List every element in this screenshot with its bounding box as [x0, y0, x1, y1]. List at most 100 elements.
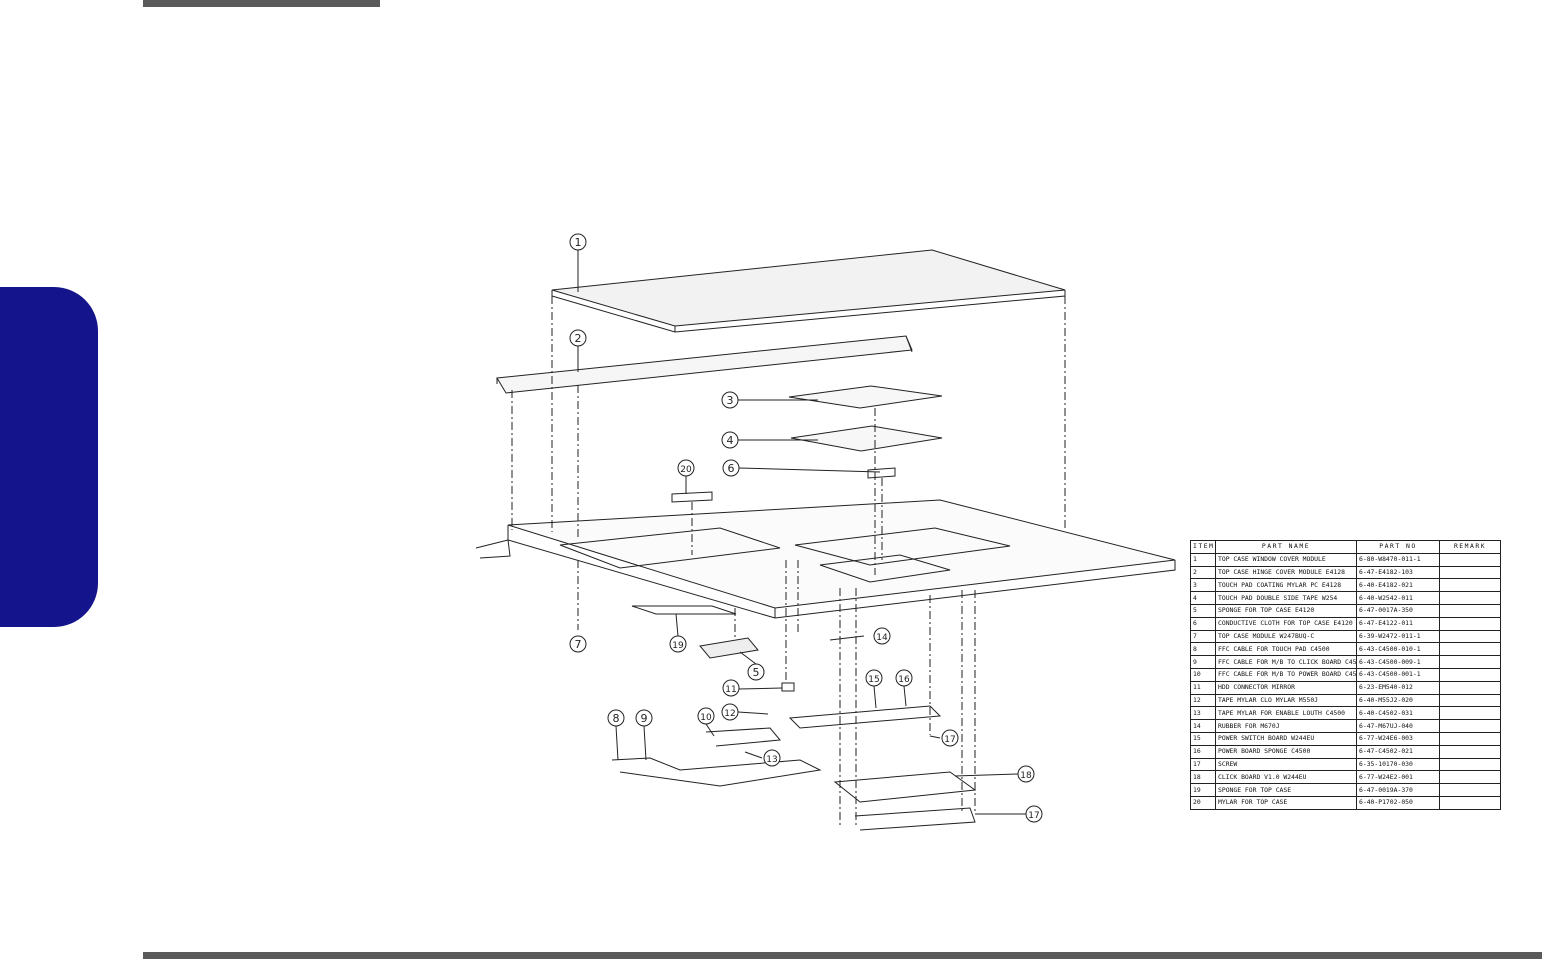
table-row: 16 POWER BOARD SPONGE C4500 6-47-C4502-021: [1190, 744, 1501, 759]
table-row: 17 SCREW 6-35-10170-030: [1190, 757, 1501, 772]
callout-18: 18: [1020, 771, 1032, 781]
callout-14: 14: [876, 633, 888, 643]
cell-remark: [1439, 655, 1501, 669]
cell-item: 16: [1190, 744, 1216, 759]
parts-table-body: 1 TOP CASE WINDOW COVER MODULE 6-80-W8470-…: [1190, 552, 1501, 810]
cell-part-name: TAPE MYLAR FOR ENABLE LOUTH C4500: [1215, 706, 1357, 721]
cell-part-name: TOUCH PAD DOUBLE SIDE TAPE W254: [1215, 591, 1357, 605]
cell-remark: [1439, 757, 1501, 772]
table-row: 12 TAPE MYLAR CLO MYLAR M550J 6-40-M55J2-0…: [1190, 693, 1501, 708]
table-row: 2 TOP CASE HINGE COVER MODULE E4128 6-47-E…: [1190, 565, 1501, 580]
cell-item: 11: [1190, 680, 1216, 695]
header-item: ITEM: [1190, 540, 1216, 554]
cell-part-no: 6-77-W24E2-001: [1356, 770, 1440, 785]
cell-part-name: TOUCH PAD COATING MYLAR PC E4128: [1215, 578, 1357, 593]
cell-item: 14: [1190, 719, 1216, 733]
cell-part-no: 6-23-EM540-012: [1356, 680, 1440, 695]
cell-remark: [1439, 795, 1501, 810]
cell-remark: [1439, 770, 1501, 785]
table-row: 20 MYLAR FOR TOP CASE 6-40-P1702-050: [1190, 795, 1501, 810]
cell-part-name: TAPE MYLAR CLO MYLAR M550J: [1215, 693, 1357, 708]
callout-1: 1: [575, 236, 582, 249]
callout-2: 2: [575, 332, 582, 345]
callout-19: 19: [672, 641, 684, 651]
table-row: 11 HDD CONNECTOR MIRROR 6-23-EM540-012: [1190, 680, 1501, 695]
cell-item: 2: [1190, 565, 1216, 580]
table-row: 18 CLICK BOARD V1.0 W244EU 6-77-W24E2-001: [1190, 770, 1501, 785]
cell-remark: [1439, 591, 1501, 605]
callout-15: 15: [868, 675, 879, 685]
callout-7: 7: [575, 638, 582, 651]
callout-9: 9: [641, 712, 648, 725]
cell-part-name: SPONGE FOR TOP CASE E4120: [1215, 603, 1357, 618]
cell-remark: [1439, 642, 1501, 657]
callout-3: 3: [727, 394, 734, 407]
cell-item: 5: [1190, 603, 1216, 618]
cell-part-name: POWER BOARD SPONGE C4500: [1215, 744, 1357, 759]
cell-remark: [1439, 680, 1501, 695]
cell-part-name: TOP CASE HINGE COVER MODULE E4128: [1215, 565, 1357, 580]
cell-part-name: HDD CONNECTOR MIRROR: [1215, 680, 1357, 695]
callout-6: 6: [728, 462, 735, 475]
cell-remark: [1439, 693, 1501, 708]
cell-remark: [1439, 578, 1501, 593]
table-row: 14 RUBBER FOR M670J 6-47-M67UJ-040: [1190, 719, 1501, 733]
cell-item: 9: [1190, 655, 1216, 669]
callout-labels: 1 2 3 4 5 6 7 8 9 10 11 12 13 14 15 16 1…: [569, 233, 1043, 823]
cell-remark: [1439, 629, 1501, 644]
cell-remark: [1439, 616, 1501, 631]
header-part-name: PART NAME: [1215, 540, 1357, 554]
table-row: 19 SPONGE FOR TOP CASE 6-47-0019A-370: [1190, 783, 1501, 797]
cell-part-no: 6-40-W2542-011: [1356, 591, 1440, 605]
table-row: 3 TOUCH PAD COATING MYLAR PC E4128 6-40-E4…: [1190, 578, 1501, 593]
cell-part-no: 6-77-W24E6-003: [1356, 731, 1440, 746]
callout-4: 4: [727, 434, 734, 447]
cell-part-no: 6-43-C4500-009-1: [1356, 655, 1440, 669]
cell-part-name: FFC CABLE FOR M/B TO CLICK BOARD C4500: [1215, 655, 1357, 669]
cell-item: 17: [1190, 757, 1216, 772]
parts-list-table: ITEM PART NAME PART NO REMARK 1 TOP CASE …: [1190, 540, 1501, 810]
cell-part-name: TOP CASE WINDOW COVER MODULE: [1215, 552, 1357, 567]
cell-part-no: 6-40-C4502-031: [1356, 706, 1440, 721]
cell-item: 19: [1190, 783, 1216, 797]
callout-17b: 17: [1028, 811, 1039, 821]
cell-item: 8: [1190, 642, 1216, 657]
cell-part-name: RUBBER FOR M670J: [1215, 719, 1357, 733]
cell-part-name: CLICK BOARD V1.0 W244EU: [1215, 770, 1357, 785]
table-row: 5 SPONGE FOR TOP CASE E4120 6-47-0017A-350: [1190, 603, 1501, 618]
callout-20: 20: [680, 465, 692, 475]
cell-part-no: 6-47-0019A-370: [1356, 783, 1440, 797]
cell-part-name: FFC CABLE FOR M/B TO POWER BOARD C4500: [1215, 667, 1357, 682]
callout-11: 11: [725, 685, 736, 695]
cell-remark: [1439, 603, 1501, 618]
cell-item: 12: [1190, 693, 1216, 708]
cell-part-name: CONDUCTIVE CLOTH FOR TOP CASE E4120: [1215, 616, 1357, 631]
cell-part-no: 6-40-P1702-050: [1356, 795, 1440, 810]
cell-item: 6: [1190, 616, 1216, 631]
table-header-row: ITEM PART NAME PART NO REMARK: [1190, 540, 1501, 554]
cell-part-no: 6-43-C4500-001-1: [1356, 667, 1440, 682]
cell-part-no: 6-43-C4500-010-1: [1356, 642, 1440, 657]
table-row: 6 CONDUCTIVE CLOTH FOR TOP CASE E4120 6-47…: [1190, 616, 1501, 631]
callout-5: 5: [753, 666, 760, 679]
cell-item: 15: [1190, 731, 1216, 746]
cell-remark: [1439, 719, 1501, 733]
cell-item: 18: [1190, 770, 1216, 785]
table-row: 8 FFC CABLE FOR TOUCH PAD C4500 6-43-C4500…: [1190, 642, 1501, 657]
cell-part-no: 6-47-E4182-103: [1356, 565, 1440, 580]
table-row: 1 TOP CASE WINDOW COVER MODULE 6-80-W8470-…: [1190, 552, 1501, 567]
header-remark: REMARK: [1439, 540, 1501, 554]
cell-remark: [1439, 565, 1501, 580]
callout-13: 13: [766, 755, 777, 765]
cell-item: 7: [1190, 629, 1216, 644]
cell-part-name: SCREW: [1215, 757, 1357, 772]
cell-part-no: 6-80-W8470-011-1: [1356, 552, 1440, 567]
callout-8: 8: [613, 712, 620, 725]
cell-remark: [1439, 667, 1501, 682]
cell-part-name: TOP CASE MODULE W247BUQ-C: [1215, 629, 1357, 644]
header-part-no: PART NO: [1356, 540, 1440, 554]
cell-part-no: 6-47-0017A-350: [1356, 603, 1440, 618]
cell-item: 10: [1190, 667, 1216, 682]
cell-remark: [1439, 783, 1501, 797]
cell-item: 4: [1190, 591, 1216, 605]
